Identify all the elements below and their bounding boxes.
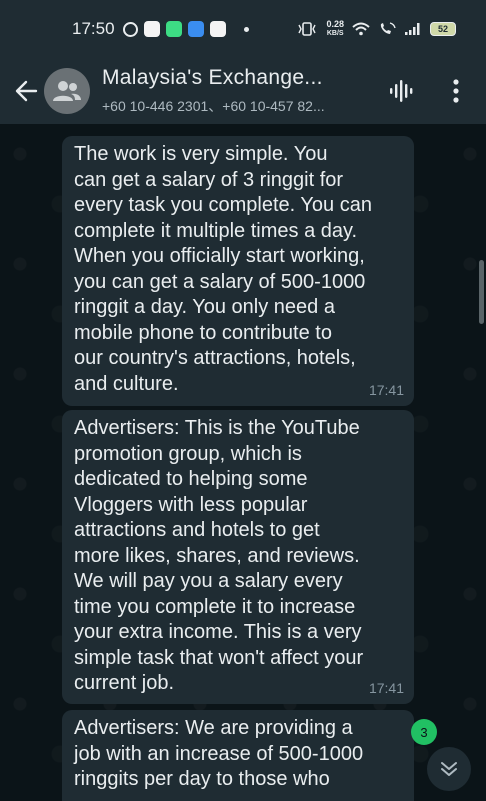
message-time: 17:41	[368, 382, 404, 398]
more-options-button[interactable]	[446, 79, 466, 103]
scroll-to-bottom-button[interactable]	[427, 747, 471, 791]
more-notifications-dot-icon	[243, 26, 249, 32]
scrollbar-thumb[interactable]	[479, 260, 484, 324]
chat-title: Malaysia's Exchange...	[102, 66, 323, 89]
chat-header: Malaysia's Exchange... +60 10-446 2301、+…	[0, 58, 486, 124]
back-button[interactable]	[8, 80, 44, 102]
wifi-icon	[352, 22, 370, 36]
signal-icon	[405, 23, 420, 35]
chat-title-block[interactable]: Malaysia's Exchange... +60 10-446 2301、+…	[102, 66, 370, 116]
chevron-double-down-icon	[441, 762, 457, 776]
status-time: 17:50	[72, 19, 115, 38]
status-right-group: 0.28 KB/S 52	[296, 20, 456, 38]
group-avatar[interactable]	[44, 68, 90, 114]
vibrate-icon	[298, 22, 317, 36]
app-notification-icon	[165, 21, 182, 37]
more-options-icon	[453, 79, 459, 103]
notification-icons	[122, 21, 249, 37]
voice-chat-button[interactable]	[386, 79, 416, 103]
message-bubble[interactable]: The work is very simple. You can get a s…	[62, 136, 414, 406]
message-text: Advertisers: We are providing a job with…	[74, 717, 364, 790]
network-speed: 0.28 KB/S	[326, 19, 344, 38]
back-arrow-icon	[15, 80, 38, 102]
app-notification-icon	[187, 21, 204, 37]
message-time: 17:41	[368, 680, 404, 696]
message-text: The work is very simple. You can get a s…	[74, 143, 372, 395]
unread-count-badge: 3	[411, 719, 437, 745]
message-list[interactable]: The work is very simple. You can get a s…	[0, 124, 486, 801]
youtube-notification-icon	[209, 21, 226, 37]
wifi-calling-icon	[380, 22, 396, 34]
battery-indicator: 52	[430, 22, 456, 36]
message-bubble[interactable]: Advertisers: We are providing a job with…	[62, 710, 414, 801]
voice-call-icon	[390, 80, 413, 102]
group-avatar-icon	[53, 81, 81, 101]
chat-participants: +60 10-446 2301、+60 10-457 82...	[102, 98, 325, 114]
message-bubble[interactable]: Advertisers: This is the YouTube promoti…	[62, 410, 414, 704]
app-notification-icon	[143, 21, 160, 37]
status-bar: 17:50 0.28 KB/S 52	[0, 0, 486, 58]
message-text: Advertisers: This is the YouTube promoti…	[74, 417, 364, 694]
whatsapp-notification-icon	[122, 21, 138, 37]
